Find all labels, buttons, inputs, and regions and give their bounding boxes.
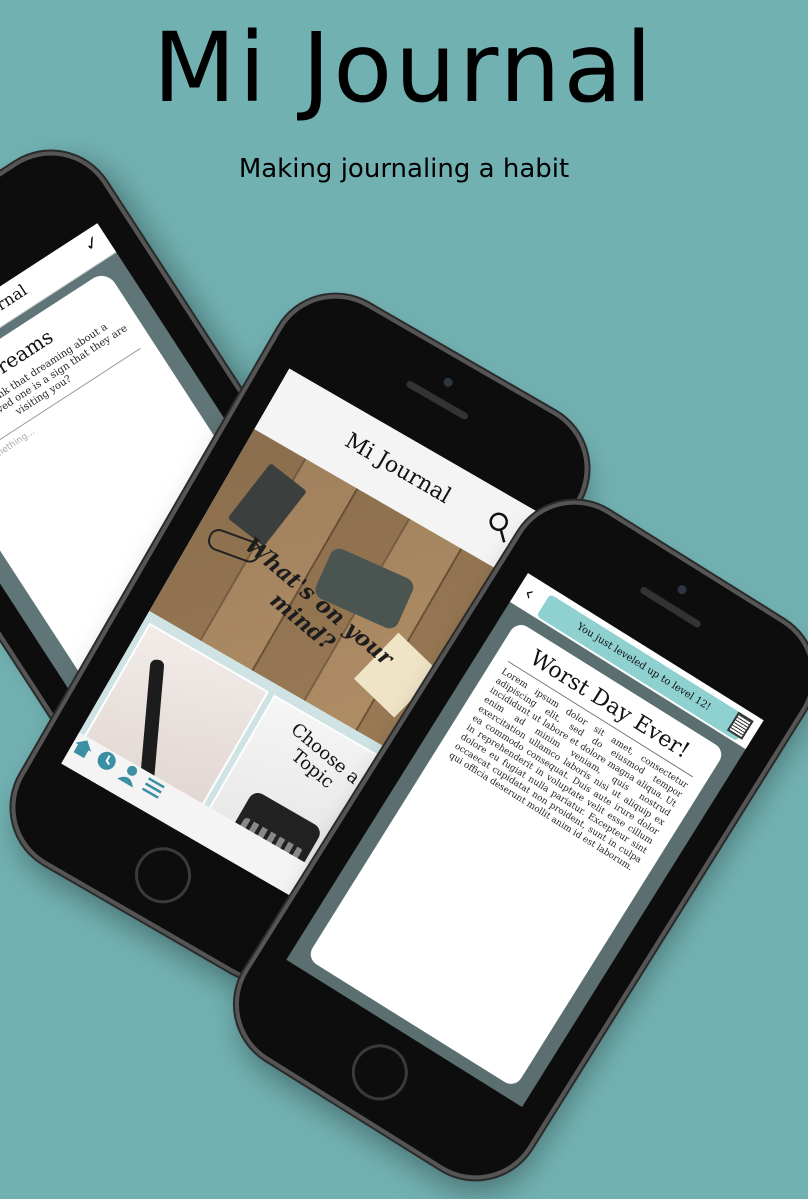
speaker	[638, 585, 702, 629]
home-button[interactable]	[341, 1033, 419, 1111]
camera	[442, 376, 455, 389]
page-title: Mi Journal	[152, 12, 656, 124]
notebook-image	[227, 463, 307, 547]
home-button[interactable]	[124, 837, 202, 914]
page-subtitle: Making journaling a habit	[238, 154, 570, 184]
chevron-left-icon[interactable]: ‹	[520, 581, 540, 606]
speaker	[405, 379, 470, 421]
camera	[675, 583, 689, 596]
